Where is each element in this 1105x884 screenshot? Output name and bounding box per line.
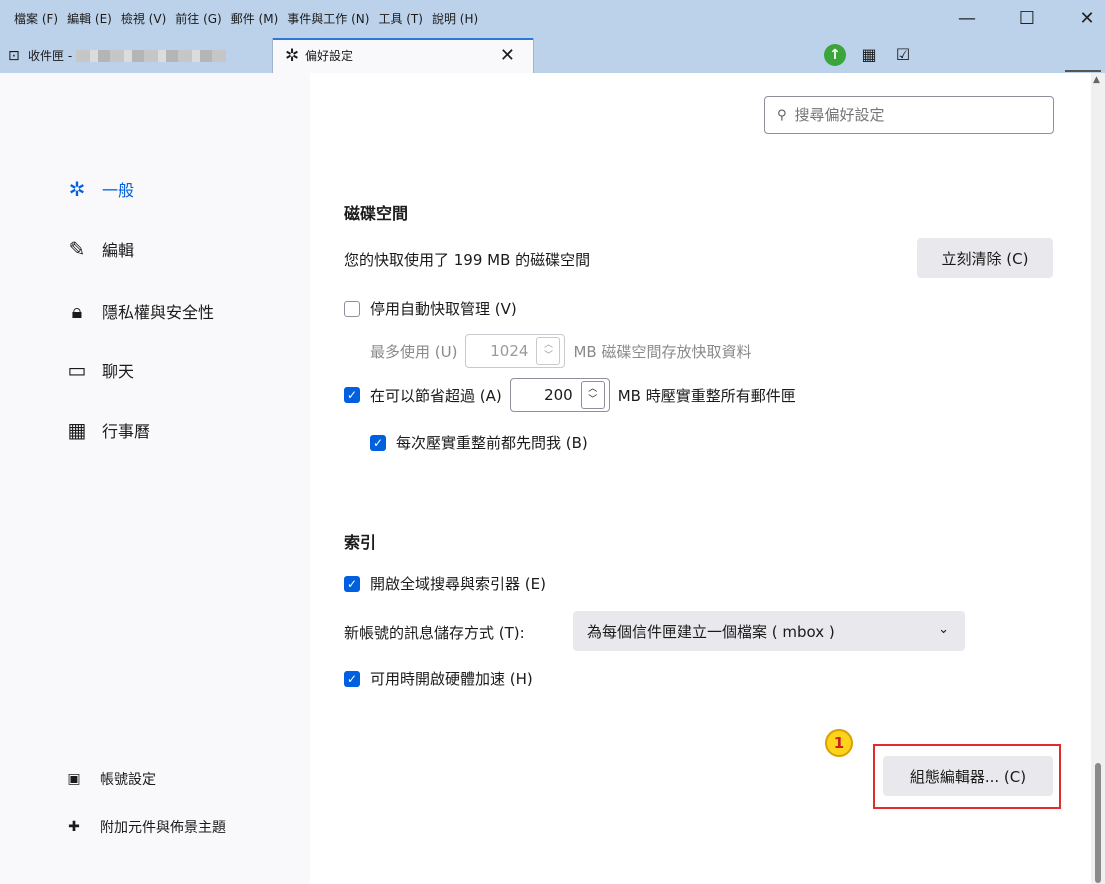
sidebar-item-chat[interactable]: ▭ 聊天 [66,358,134,382]
compact-threshold-label: 在可以節省超過 (A) [370,386,502,405]
tab-preferences[interactable]: ✲ 偏好設定 ✕ [272,38,534,73]
scrollbar[interactable]: ▲ [1091,73,1105,884]
menu-file[interactable]: 檔案 (F) [14,10,58,28]
menu-view[interactable]: 檢視 (V) [121,10,166,28]
tab-inbox[interactable]: ⊡ 收件匣 - [0,38,272,73]
menu-help[interactable]: 說明 (H) [432,10,478,28]
menu-message[interactable]: 郵件 (M) [231,10,279,28]
compact-threshold-suffix: MB 時壓實重整所有郵件匣 [617,386,796,405]
chat-icon: ▭ [67,358,87,382]
chevron-down-icon: ⌄ [938,622,949,637]
menu-events-tasks[interactable]: 事件與工作 (N) [287,10,369,28]
sidebar-item-label: 帳號設定 [100,772,156,788]
hw-accel-checkbox[interactable]: ✓ [344,670,360,687]
message-store-label: 新帳號的訊息儲存方式 (T): [344,624,525,642]
search-box[interactable]: ⚲ [764,96,1054,134]
puzzle-icon: ✚ [68,819,80,835]
tab-preferences-label: 偏好設定 [305,49,354,63]
max-cache-stepper[interactable]: 1024 ︿ ﹀ [465,334,566,368]
minimize-button[interactable]: — [952,10,982,28]
sidebar-item-composition[interactable]: ✎ 編輯 [66,237,134,261]
global-search-checkbox[interactable]: ✓ [344,575,360,592]
menu-go[interactable]: 前往 (G) [175,10,221,28]
gear-icon: ✲ [68,177,86,201]
scrollbar-thumb[interactable] [1095,763,1101,883]
disable-auto-cache-label: 停用自動快取管理 (V) [370,300,517,318]
ask-before-compact-checkbox[interactable]: ✓ [370,434,386,451]
max-cache-value: 1024 [490,342,529,360]
sidebar-item-addons-themes[interactable]: ✚ 附加元件與佈景主題 [66,817,226,837]
menu-edit[interactable]: 編輯 (E) [67,10,112,28]
max-cache-suffix: MB 磁碟空間存放快取資料 [573,342,752,361]
menu-tools[interactable]: 工具 (T) [378,10,423,28]
disable-auto-cache-row: 停用自動快取管理 (V) [344,298,517,319]
calendar-icon[interactable]: ▦ [858,44,880,66]
stepper-arrows-icon[interactable]: ︿ ﹀ [536,337,561,365]
gear-icon: ✲ [285,46,300,66]
message-store-select[interactable]: 為每個信件匣建立一個檔案 ( mbox ) ⌄ [573,611,965,651]
callout-badge: 1 [825,729,853,757]
sidebar: ✲ 一般 ✎ 編輯 🔒︎ 隱私權與安全性 ▭ 聊天 ▦ 行事曆 ▣ 帳號設定 ✚… [0,73,310,884]
max-cache-label: 最多使用 (U) [370,342,458,361]
disable-auto-cache-checkbox[interactable] [344,300,360,317]
clear-cache-button[interactable]: 立刻清除 (C) [917,238,1053,278]
compact-threshold-stepper[interactable]: 200 ︿ ﹀ [509,378,610,412]
tab-inbox-label: 收件匣 - [28,49,73,63]
global-search-label: 開啟全域搜尋與索引器 (E) [370,575,546,593]
search-icon: ⚲ [777,107,787,123]
ask-before-compact-label: 每次壓實重整前都先問我 (B) [396,434,588,452]
sidebar-item-label: 附加元件與佈景主題 [100,820,226,836]
search-input[interactable] [792,105,1037,125]
inbox-icon: ⊡ [8,48,20,64]
tasks-icon[interactable]: ☑ [892,44,914,66]
sidebar-item-privacy-security[interactable]: 🔒︎ 隱私權與安全性 [66,299,214,323]
hw-accel-row: ✓ 可用時開啟硬體加速 (H) [344,668,533,689]
pencil-icon: ✎ [68,237,86,261]
disk-space-heading: 磁碟空間 [344,204,409,223]
compact-threshold-row: ✓ 在可以節省超過 (A) 200 ︿ ﹀ MB 時壓實重整所有郵件匣 [344,375,796,415]
stepper-arrows-icon[interactable]: ︿ ﹀ [580,381,605,409]
global-search-row: ✓ 開啟全域搜尋與索引器 (E) [344,573,546,594]
sidebar-item-general[interactable]: ✲ 一般 [66,177,134,201]
tab-strip: ⊡ 收件匣 - ✲ 偏好設定 ✕ [0,38,1105,73]
preferences-page: ✲ 一般 ✎ 編輯 🔒︎ 隱私權與安全性 ▭ 聊天 ▦ 行事曆 ▣ 帳號設定 ✚… [0,73,1105,884]
sidebar-item-label: 行事曆 [102,422,151,441]
sidebar-item-account-settings[interactable]: ▣ 帳號設定 [66,769,156,789]
max-cache-row: 最多使用 (U) 1024 ︿ ﹀ MB 磁碟空間存放快取資料 [370,331,751,371]
sidebar-item-label: 一般 [102,181,135,200]
message-store-value: 為每個信件匣建立一個檔案 ( mbox ) [587,622,835,641]
sidebar-item-label: 聊天 [102,362,135,381]
tab-close-icon[interactable]: ✕ [500,45,515,66]
highlight-box [873,744,1061,809]
cache-usage-text: 您的快取使用了 199 MB 的磁碟空間 [344,251,591,269]
lock-icon: 🔒︎ [71,299,83,323]
title-bar: 檔案 (F) 編輯 (E) 檢視 (V) 前往 (G) 郵件 (M) 事件與工作… [0,0,1105,73]
sidebar-item-calendar[interactable]: ▦ 行事曆 [66,418,150,442]
compact-threshold-value: 200 [544,386,573,404]
calendar-icon: ▦ [67,418,87,442]
hw-accel-label: 可用時開啟硬體加速 (H) [370,670,533,688]
ask-before-compact-row: ✓ 每次壓實重整前都先問我 (B) [370,432,588,453]
indexing-heading: 索引 [344,533,377,552]
sidebar-item-label: 編輯 [102,241,135,260]
redacted-account-name [76,49,227,62]
close-window-button[interactable]: ✕ [1072,10,1102,28]
sidebar-item-label: 隱私權與安全性 [102,303,215,322]
scroll-up-icon[interactable]: ▲ [1093,75,1100,85]
maximize-button[interactable]: ☐ [1012,10,1042,28]
account-icon: ▣ [67,771,81,787]
update-arrow-icon[interactable]: ↑ [824,44,846,66]
toolbar-overflow-line [1065,70,1101,72]
menu-bar: 檔案 (F) 編輯 (E) 檢視 (V) 前往 (G) 郵件 (M) 事件與工作… [14,10,478,28]
settings-content: ⚲ 磁碟空間 您的快取使用了 199 MB 的磁碟空間 立刻清除 (C) 停用自… [310,73,1105,884]
compact-threshold-checkbox[interactable]: ✓ [344,387,360,403]
